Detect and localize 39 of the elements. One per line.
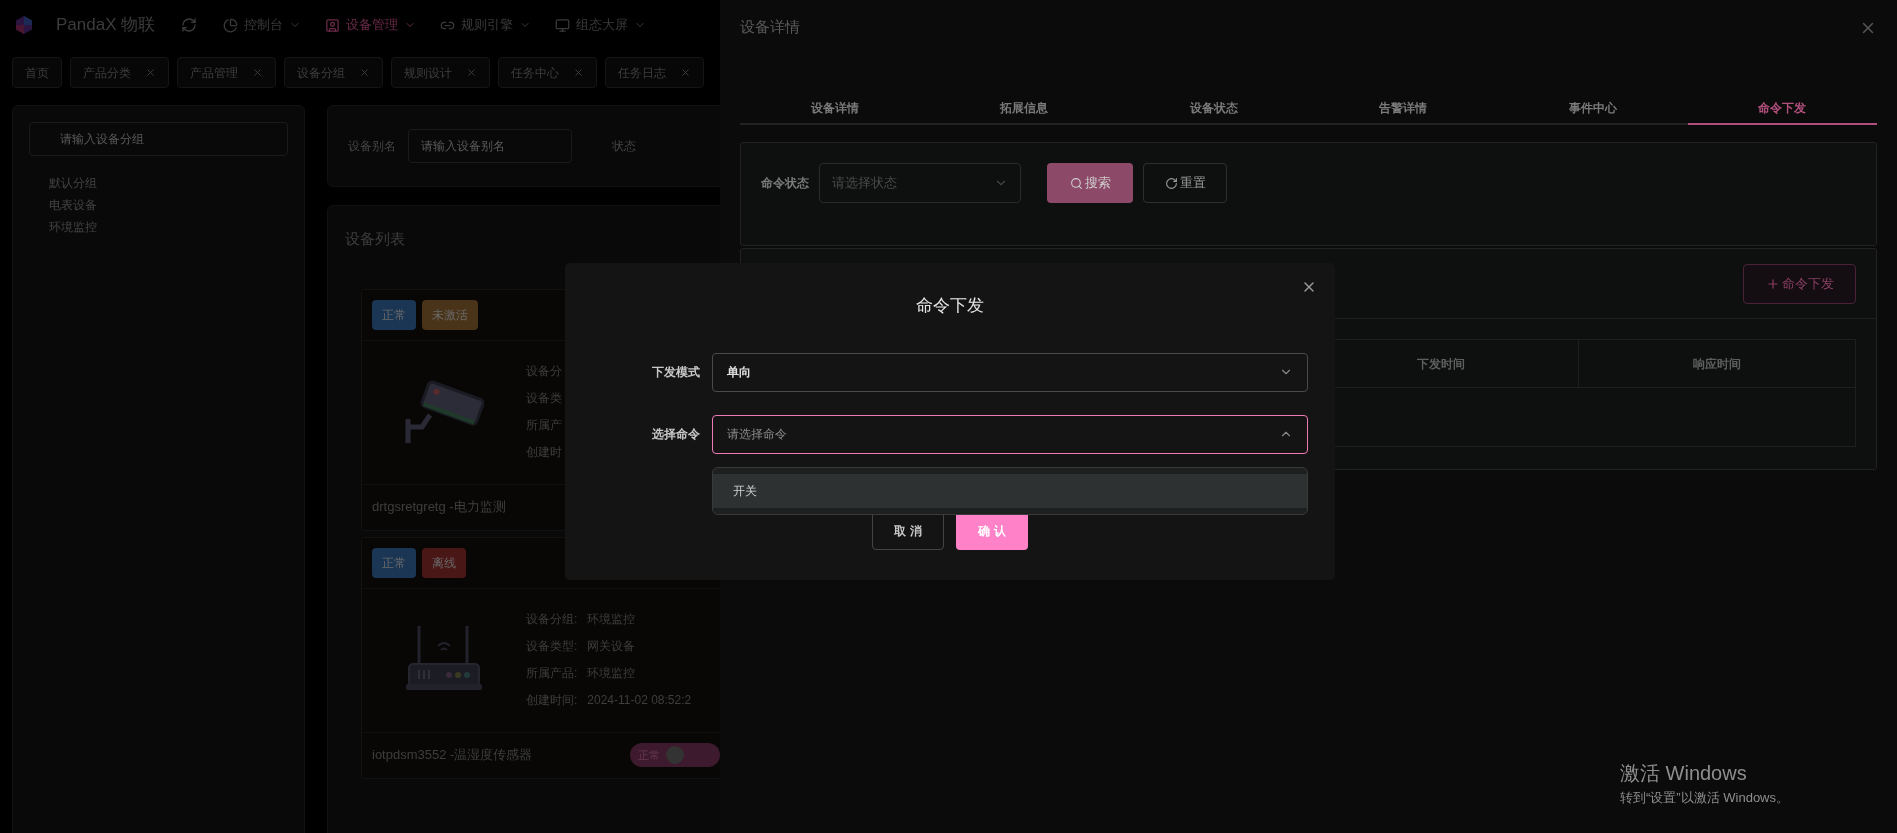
drawer-tab[interactable]: 事件中心 (1498, 93, 1688, 125)
command-select[interactable]: 请选择命令 (712, 414, 1308, 454)
column-header: 响应时间 (1693, 355, 1741, 373)
refresh-icon[interactable] (181, 17, 198, 33)
field-label: 命令状态 (761, 175, 809, 192)
device-icon (325, 17, 341, 33)
search-field[interactable]: 请输入设备分组 (29, 122, 288, 156)
drawer-title: 设备详情 (740, 17, 800, 38)
add-command-button[interactable]: 命令下发 (1743, 263, 1856, 304)
field-label: 下发模式 (651, 364, 700, 381)
nav-menu-item[interactable]: 设备管理 (325, 15, 417, 35)
reset-button[interactable]: 重置 (1143, 163, 1227, 203)
notice-text: 转到“设置”以激活 Windows。 (1620, 789, 1789, 807)
search-button[interactable]: 搜索 (1047, 163, 1133, 203)
status-tag: 离线 (422, 547, 466, 578)
command-select[interactable]: 单向 (712, 352, 1308, 392)
drawer-tab[interactable]: 告警详情 (1308, 93, 1498, 125)
search-icon (1069, 176, 1083, 190)
drawer-tab[interactable]: 设备详情 (740, 93, 930, 125)
info-value: 2024-11-02 08:52:2 (587, 692, 692, 709)
status-tag: 正常 (372, 547, 416, 578)
dialog-title: 命令下发 (916, 295, 984, 317)
status-tag: 未激活 (422, 299, 478, 330)
monitor-icon (555, 17, 571, 33)
drawer-tab[interactable]: 拓展信息 (929, 93, 1119, 125)
plus-icon (1765, 276, 1780, 291)
dropdown-option[interactable]: 开关 (713, 473, 1307, 508)
field-label: 选择命令 (651, 426, 700, 443)
reset-icon (1164, 176, 1178, 190)
alias-input[interactable]: 请输入设备别名 (408, 129, 572, 163)
column-header: 下发时间 (1416, 355, 1465, 373)
pie-chart-icon (223, 17, 239, 33)
drawer-tab[interactable]: 命令下发 (1687, 93, 1877, 125)
status-tag: 正常 (372, 299, 416, 330)
drawer-tab[interactable]: 设备状态 (1119, 93, 1309, 125)
toggle-knob (666, 746, 684, 764)
notice-title: 激活 Windows (1620, 761, 1748, 786)
logo-icon (14, 15, 34, 35)
app-name: PandaX 物联 (56, 14, 156, 37)
